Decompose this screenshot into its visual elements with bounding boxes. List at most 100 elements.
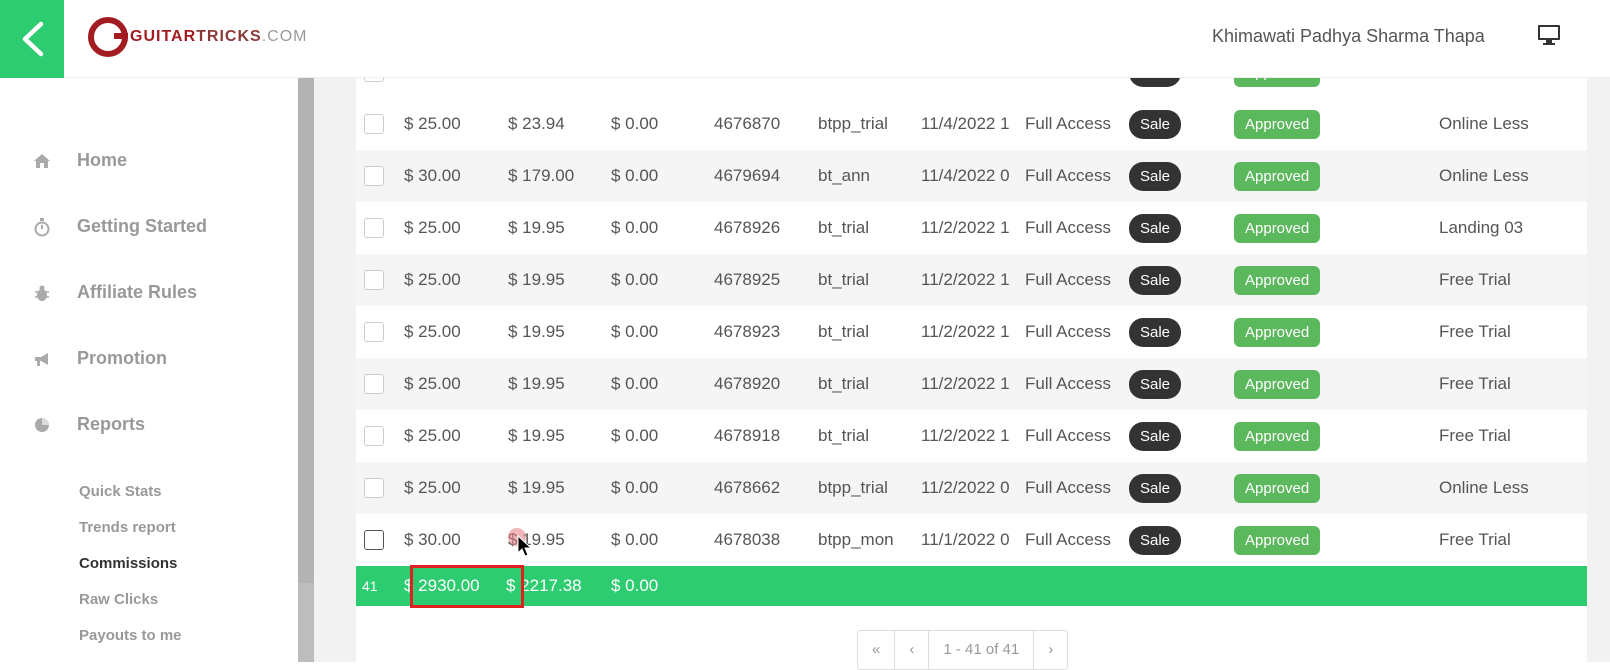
type-badge: Sale <box>1129 265 1182 295</box>
cell-other: $ 0.00 <box>611 478 659 497</box>
sidebar-item-affiliate-rules[interactable]: Affiliate Rules <box>32 282 197 303</box>
row-checkbox[interactable] <box>364 114 384 134</box>
sidebar-subitem-raw-clicks[interactable]: Raw Clicks <box>79 591 158 608</box>
cell-product: Full Access <box>1025 322 1111 341</box>
cell-other: $ 0.00 <box>611 530 659 549</box>
cell-product: Full Access <box>1025 166 1111 185</box>
cell-source: Online Less <box>1439 478 1529 497</box>
cell-commission: $ 25.00 <box>404 374 461 393</box>
table-row[interactable]: $ 25.00 $ 19.95 $ 0.00 4678918 bt_trial 11/2/… <box>356 410 1587 462</box>
pie-chart-icon <box>32 415 52 435</box>
sidebar-subitem-trends-report[interactable]: Trends report <box>79 519 176 536</box>
status-badge: Approved <box>1234 78 1321 87</box>
row-checkbox[interactable] <box>364 426 384 446</box>
row-checkbox[interactable] <box>364 166 384 186</box>
cell-code: bt_trial <box>818 218 870 237</box>
sidebar-subitem-quick-stats[interactable]: Quick Stats <box>79 483 162 500</box>
mouse-cursor-icon <box>517 534 533 562</box>
cell-code: btpp_trial <box>818 114 888 133</box>
logo-g-mark <box>88 17 128 57</box>
cell-other: $ 0.00 <box>611 322 659 341</box>
pagination-next-button[interactable]: › <box>1034 631 1067 669</box>
cell-source: Free Trial <box>1439 530 1511 549</box>
sidebar-item-promotion[interactable]: Promotion <box>32 348 167 369</box>
cell-other: $ 0.00 <box>611 270 659 289</box>
cell-date: 11/2/2022 1 <box>921 218 1010 237</box>
type-badge: Sale <box>1129 78 1182 87</box>
cell-code: bt_ann <box>818 166 870 185</box>
table-row[interactable]: $ 25.00 $ 19.95 $ 0.00 4678662 btpp_trial 11/… <box>356 462 1587 514</box>
cell-source: Free Trial <box>1439 270 1511 289</box>
type-badge: Sale <box>1129 213 1182 243</box>
cell-other: $ 0.00 <box>611 374 659 393</box>
cell-amount: $ 19.95 <box>508 270 565 289</box>
status-badge: Approved <box>1234 213 1321 243</box>
cell-date: 11/4/2022 1 <box>921 114 1010 133</box>
type-badge: Sale <box>1129 421 1182 451</box>
table-row[interactable]: $ 30.00 $ 179.00 $ 0.00 4679694 bt_ann 11/4/2… <box>356 150 1587 202</box>
bug-icon <box>32 283 52 303</box>
cell-other: $ 0.00 <box>611 426 659 445</box>
logo-secondary: TRICKS <box>196 28 262 45</box>
type-badge: Sale <box>1129 473 1182 503</box>
row-checkbox[interactable] <box>364 374 384 394</box>
table-row[interactable]: $ 25.00 $ 19.95 $ 0.00 4678923 bt_trial 11/2/… <box>356 306 1587 358</box>
status-badge: Approved <box>1234 317 1321 347</box>
cell-source: Landing 03 <box>1439 218 1524 237</box>
cell-order-id: 4678923 <box>714 322 781 341</box>
cell-date: 11/2/2022 1 <box>921 374 1010 393</box>
sidebar-item-label: Promotion <box>77 348 167 368</box>
cell-amount: $ 179.00 <box>508 166 575 185</box>
sidebar: Home Getting Started Affiliate Rules Pro… <box>0 78 298 662</box>
pagination: « ‹ 1 - 41 of 41 › <box>857 630 1069 670</box>
cell-product: Full Access <box>1025 478 1111 497</box>
bullhorn-icon <box>32 349 52 369</box>
table-row[interactable]: $ 25.00 $ 19.95 $ 0.00 4678926 bt_trial 11/2/… <box>356 202 1587 254</box>
cell-order-id: 4679694 <box>714 166 781 185</box>
guitartricks-logo[interactable]: GUITARTRICKS.COM <box>88 12 307 62</box>
monitor-icon[interactable] <box>1537 24 1561 51</box>
cell-commission: $ 25.00 <box>404 218 461 237</box>
totals-row: 41 $ 2930.00 $ 2217.38 $ 0.00 <box>356 566 1587 606</box>
cell-amount: $ 19.95 <box>508 426 565 445</box>
sidebar-item-reports[interactable]: Reports <box>32 414 145 435</box>
cell-product: Full Access <box>1025 270 1111 289</box>
back-button[interactable] <box>0 0 64 78</box>
cell-date: 11/4/2022 0 <box>921 166 1010 185</box>
sidebar-scrollbar[interactable] <box>298 78 314 662</box>
row-checkbox[interactable] <box>364 270 384 290</box>
row-checkbox[interactable] <box>364 218 384 238</box>
pagination-prev-button[interactable]: ‹ <box>895 631 930 669</box>
totals-other: $ 0.00 <box>611 576 659 595</box>
cell-product: Full Access <box>1025 114 1111 133</box>
cell-order-id: 4678926 <box>714 218 781 237</box>
row-checkbox[interactable] <box>364 322 384 342</box>
table-row[interactable]: $ 25.00 $ 19.95 $ 0.00 4678925 bt_trial 11/2/… <box>356 254 1587 306</box>
table-row[interactable]: $ 25.00 $ 19.95 $ 0.00 4678920 bt_trial 11/2/… <box>356 358 1587 410</box>
status-badge: Approved <box>1234 473 1321 503</box>
pagination-first-button[interactable]: « <box>858 631 896 669</box>
sidebar-subitem-payouts-to-me[interactable]: Payouts to me <box>79 627 182 644</box>
user-name[interactable]: Khimawati Padhya Sharma Thapa <box>1212 26 1485 47</box>
cell-amount: $ 19.95 <box>508 374 565 393</box>
row-checkbox[interactable] <box>364 478 384 498</box>
status-badge: Approved <box>1234 161 1321 191</box>
status-badge: Approved <box>1234 109 1321 139</box>
cell-commission: $ 25.00 <box>404 322 461 341</box>
sidebar-item-getting-started[interactable]: Getting Started <box>32 216 207 237</box>
cell-amount: $ 19.95 <box>508 218 565 237</box>
table-row[interactable]: $ 30.00 $ 19.95 $ 0.00 4678038 btpp_mon 11/1/… <box>356 514 1587 566</box>
sidebar-item-label: Getting Started <box>77 216 208 236</box>
chevron-left-icon <box>22 21 44 57</box>
sidebar-item-home[interactable]: Home <box>32 150 127 171</box>
table-row[interactable]: $ 25.00 $ 23.94 $ 0.00 4676870 btpp_trial 11/… <box>356 98 1587 150</box>
sidebar-scrollbar-thumb[interactable] <box>298 78 314 583</box>
cell-commission: $ 30.00 <box>404 530 461 549</box>
cell-order-id: 4678918 <box>714 426 781 445</box>
cell-code: bt_trial <box>818 270 870 289</box>
sidebar-subitem-commissions[interactable]: Commissions <box>79 555 177 572</box>
sidebar-item-label: Home <box>77 150 128 170</box>
row-checkbox[interactable] <box>364 530 384 550</box>
row-checkbox[interactable] <box>364 78 384 82</box>
cell-product: Full Access <box>1025 530 1111 549</box>
